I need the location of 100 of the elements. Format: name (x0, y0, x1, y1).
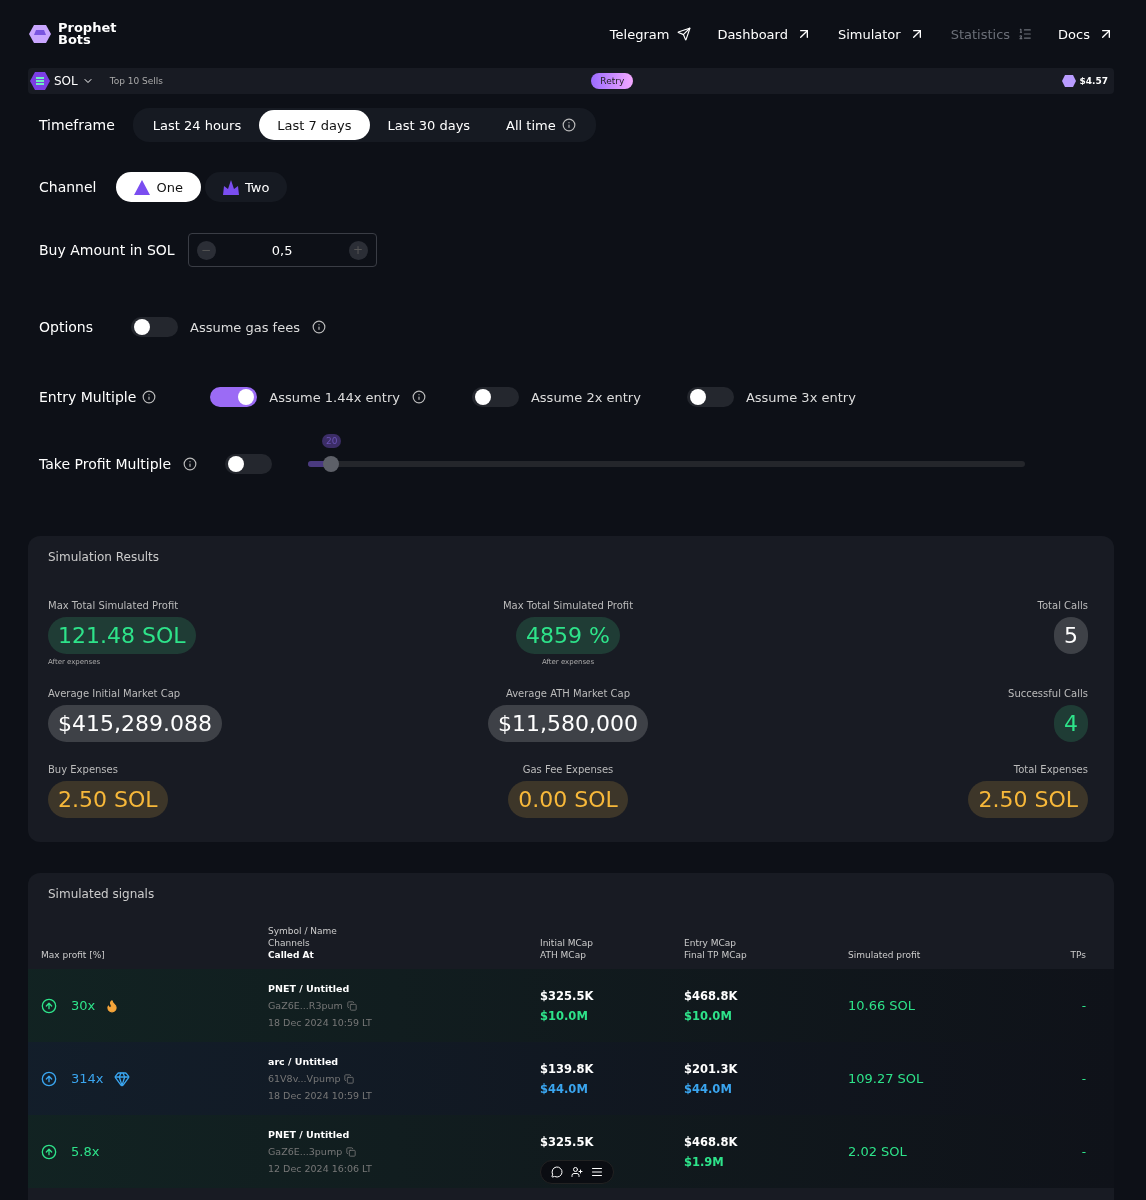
stat-value: 2.50 SOL (58, 787, 158, 812)
retry-button[interactable]: Retry (591, 73, 634, 89)
token-name: PNET / Untitled (268, 1129, 351, 1140)
list-icon (1018, 27, 1033, 41)
simulated-profit: 10.66 SOL (848, 998, 917, 1013)
channel-option[interactable]: Two (204, 172, 288, 202)
signal-row[interactable]: 314x arc / Untitled 61V8v...Vpump 18 Dec 2024 10:59 LT $139.8K $44.0M $201.3K $44.0M 109.27 SOL - (28, 1042, 1114, 1115)
feed-label: Top 10 Sells (109, 76, 164, 86)
info-icon (142, 390, 157, 404)
stat-value: $415,289.088 (58, 711, 212, 736)
stat-value: 2.50 SOL (978, 787, 1078, 812)
column-header: Simulated profit (848, 949, 922, 961)
nav-link[interactable]: Docs (1058, 26, 1114, 42)
final-tp-mcap: $1.9M (684, 1154, 725, 1169)
called-time: 18 Dec 2024 10:59 LT (268, 1017, 373, 1028)
stat-label: Gas Fee Expenses (522, 764, 614, 775)
final-tp-mcap: $10.0M (684, 1008, 733, 1023)
chain-selector[interactable]: SOL (54, 74, 78, 88)
column-header: Entry MCap (684, 937, 738, 949)
amount-value: 0,5 (271, 242, 293, 258)
initial-mcap: $139.8K (540, 1061, 595, 1076)
field-label: Timeframe (39, 117, 115, 133)
signal-row[interactable]: 5.8x PNET / Untitled GaZ6E...3pump 12 Dec 2024 16:06 LT $325.5K $468.8K $1.9M 2.02 SOL - (28, 1115, 1114, 1188)
toggle-switch[interactable] (225, 454, 273, 474)
profit-multiple: 30x (71, 998, 96, 1013)
stat-value: 0.00 SOL (518, 787, 618, 812)
ath-mcap: $44.0M (540, 1081, 589, 1096)
toggle-label: Assume 2x entry (530, 389, 641, 405)
toggle-label: Assume gas fees (190, 319, 300, 335)
channel-option[interactable]: One (116, 172, 201, 202)
nav-link[interactable]: Dashboard (717, 26, 812, 42)
menu-icon[interactable] (591, 1166, 603, 1178)
stat-label: Average ATH Market Cap (505, 688, 631, 699)
copy-icon[interactable] (344, 1073, 355, 1084)
stat-label: Successful Calls (1008, 688, 1088, 699)
entry-mcap: $468.8K (684, 988, 739, 1003)
timeframe-tab[interactable]: Last 30 days (369, 110, 489, 140)
entry-mcap: $468.8K (684, 1134, 739, 1149)
stat-value: 5 (1064, 623, 1078, 648)
token-name: PNET / Untitled (268, 983, 351, 994)
chat-icon[interactable] (551, 1166, 563, 1178)
copy-icon[interactable] (346, 1146, 357, 1157)
token-address: 61V8v...Vpump (268, 1073, 341, 1084)
field-label: Options (39, 319, 95, 335)
timeframe-tab[interactable]: Last 7 days (259, 110, 370, 140)
initial-mcap: $325.5K (540, 1134, 595, 1149)
price-label: $4.57 (1079, 76, 1108, 86)
add-user-icon[interactable] (571, 1166, 583, 1178)
column-header: Called At (268, 949, 315, 961)
field-label: Channel (39, 179, 97, 195)
brand-name: Prophet Bots (58, 22, 117, 46)
column-header: Final TP MCap (684, 949, 748, 961)
diamond-icon (113, 1070, 130, 1087)
stat-label: Total Expenses (1013, 764, 1088, 775)
toggle-label: Assume 3x entry (745, 389, 856, 405)
triangle-icon (134, 179, 151, 195)
ath-mcap: $10.0M (540, 1008, 589, 1023)
arrow-up-icon (41, 1143, 57, 1160)
toggle-switch[interactable] (471, 387, 519, 407)
timeframe-tab[interactable]: All time (488, 110, 594, 140)
toggle-switch[interactable] (210, 387, 258, 407)
copy-icon[interactable] (346, 1000, 357, 1011)
nav-link[interactable]: Simulator (837, 26, 925, 42)
stat-label: Total Calls (1037, 600, 1088, 611)
logo-icon (28, 22, 52, 46)
info-icon (183, 457, 198, 471)
simulated-profit: 109.27 SOL (848, 1071, 925, 1086)
toggle-switch[interactable] (131, 317, 178, 337)
simulated-profit: 2.02 SOL (848, 1144, 908, 1159)
token-address: GaZ6E...R3pum (268, 1000, 343, 1011)
stat-label: Max Total Simulated Profit (502, 600, 634, 611)
flame-icon (105, 998, 120, 1013)
toggle-label: Assume 1.44x entry (269, 389, 400, 405)
tps-value: - (1080, 998, 1086, 1013)
field-label: Entry Multiple (39, 389, 137, 405)
profit-multiple: 314x (71, 1071, 104, 1086)
stat-label: Max Total Simulated Profit (48, 600, 179, 611)
tps-value: - (1080, 1144, 1086, 1159)
column-header: Max profit [%] (41, 949, 106, 961)
stat-value: 4859 % (526, 623, 610, 648)
toggle-switch[interactable] (686, 387, 734, 407)
gem-icon (1061, 74, 1076, 88)
column-header: Symbol / Name (268, 925, 338, 937)
nav-link[interactable]: Telegram (609, 26, 692, 42)
stat-value: 4 (1064, 711, 1078, 736)
column-header: Initial MCap (540, 937, 595, 949)
called-time: 18 Dec 2024 10:59 LT (268, 1090, 373, 1101)
profit-multiple: 5.8x (71, 1144, 100, 1159)
card-title: Simulated signals (47, 886, 156, 903)
slider-value: 20 (322, 434, 342, 448)
timeframe-tab[interactable]: Last 24 hours (134, 110, 260, 140)
card-title: Simulation Results (47, 549, 161, 566)
crown-icon (222, 179, 239, 195)
initial-mcap: $325.5K (540, 988, 595, 1003)
stat-value: $11,580,000 (498, 711, 638, 736)
token-name: arc / Untitled (268, 1056, 340, 1067)
coin-icon (30, 71, 50, 91)
signal-row[interactable]: 30x PNET / Untitled GaZ6E...R3pum 18 Dec 2024 10:59 LT $325.5K $10.0M $468.8K $10.0M 10.66 SOL - (28, 969, 1114, 1042)
column-header: TPs (1070, 949, 1086, 961)
slider-thumb[interactable] (323, 456, 339, 472)
